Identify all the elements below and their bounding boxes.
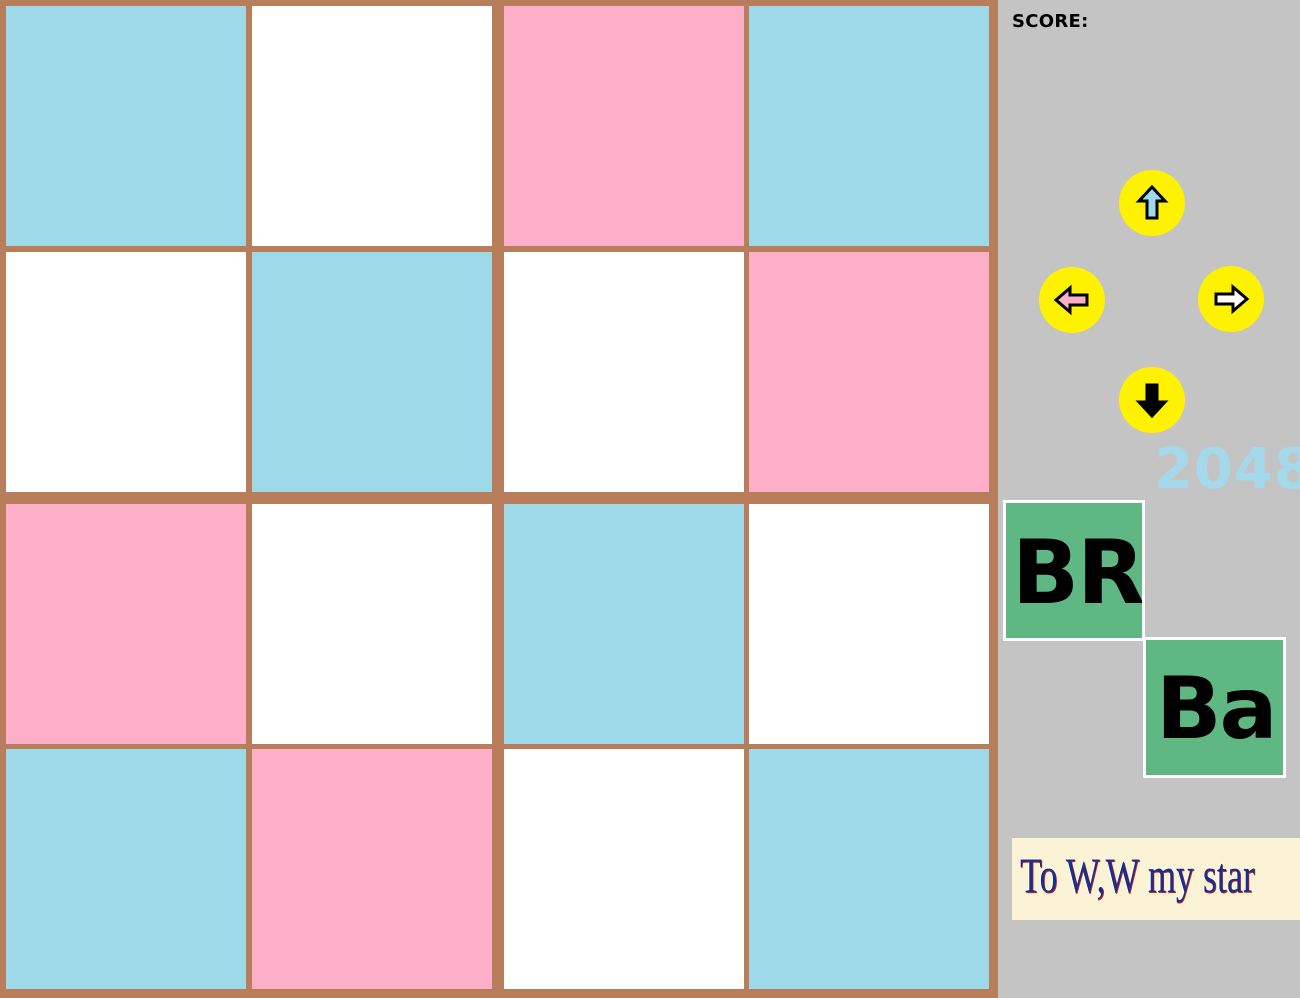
board-cell [252,6,492,246]
move-right-button[interactable] [1198,266,1264,332]
board-cell [252,252,492,492]
board-cell [6,749,246,989]
board-cell [252,749,492,989]
tagline-banner: To W,W my star [1012,838,1300,920]
logo-tile-ba-text: Ba [1156,659,1278,759]
arrow-left-icon [1053,284,1089,316]
board-cell [504,749,744,989]
board-cell [504,252,744,492]
board-cell [252,504,492,744]
arrow-right-icon [1214,283,1250,315]
board-cell [749,252,989,492]
move-left-button[interactable] [1039,267,1105,333]
board-cell [6,6,246,246]
logo-tile-ba: Ba [1143,637,1286,778]
board-cell [749,504,989,744]
board-cell [749,749,989,989]
arrow-down-icon [1135,383,1169,419]
move-up-button[interactable] [1119,170,1185,236]
logo-tile-br: BR [1003,500,1145,641]
board-cell [504,6,744,246]
logo-tile-br-text: BR [1012,521,1143,624]
game-board [0,0,998,998]
score-label: SCORE: [1012,11,1089,32]
board-cell [504,504,744,744]
arrow-up-icon [1135,184,1169,220]
board-cell [6,504,246,744]
move-down-button[interactable] [1119,367,1185,433]
board-cell [6,252,246,492]
board-cell [749,6,989,246]
game-title: 2048 [1154,437,1300,502]
tagline-text: To W,W my star [1020,847,1255,903]
